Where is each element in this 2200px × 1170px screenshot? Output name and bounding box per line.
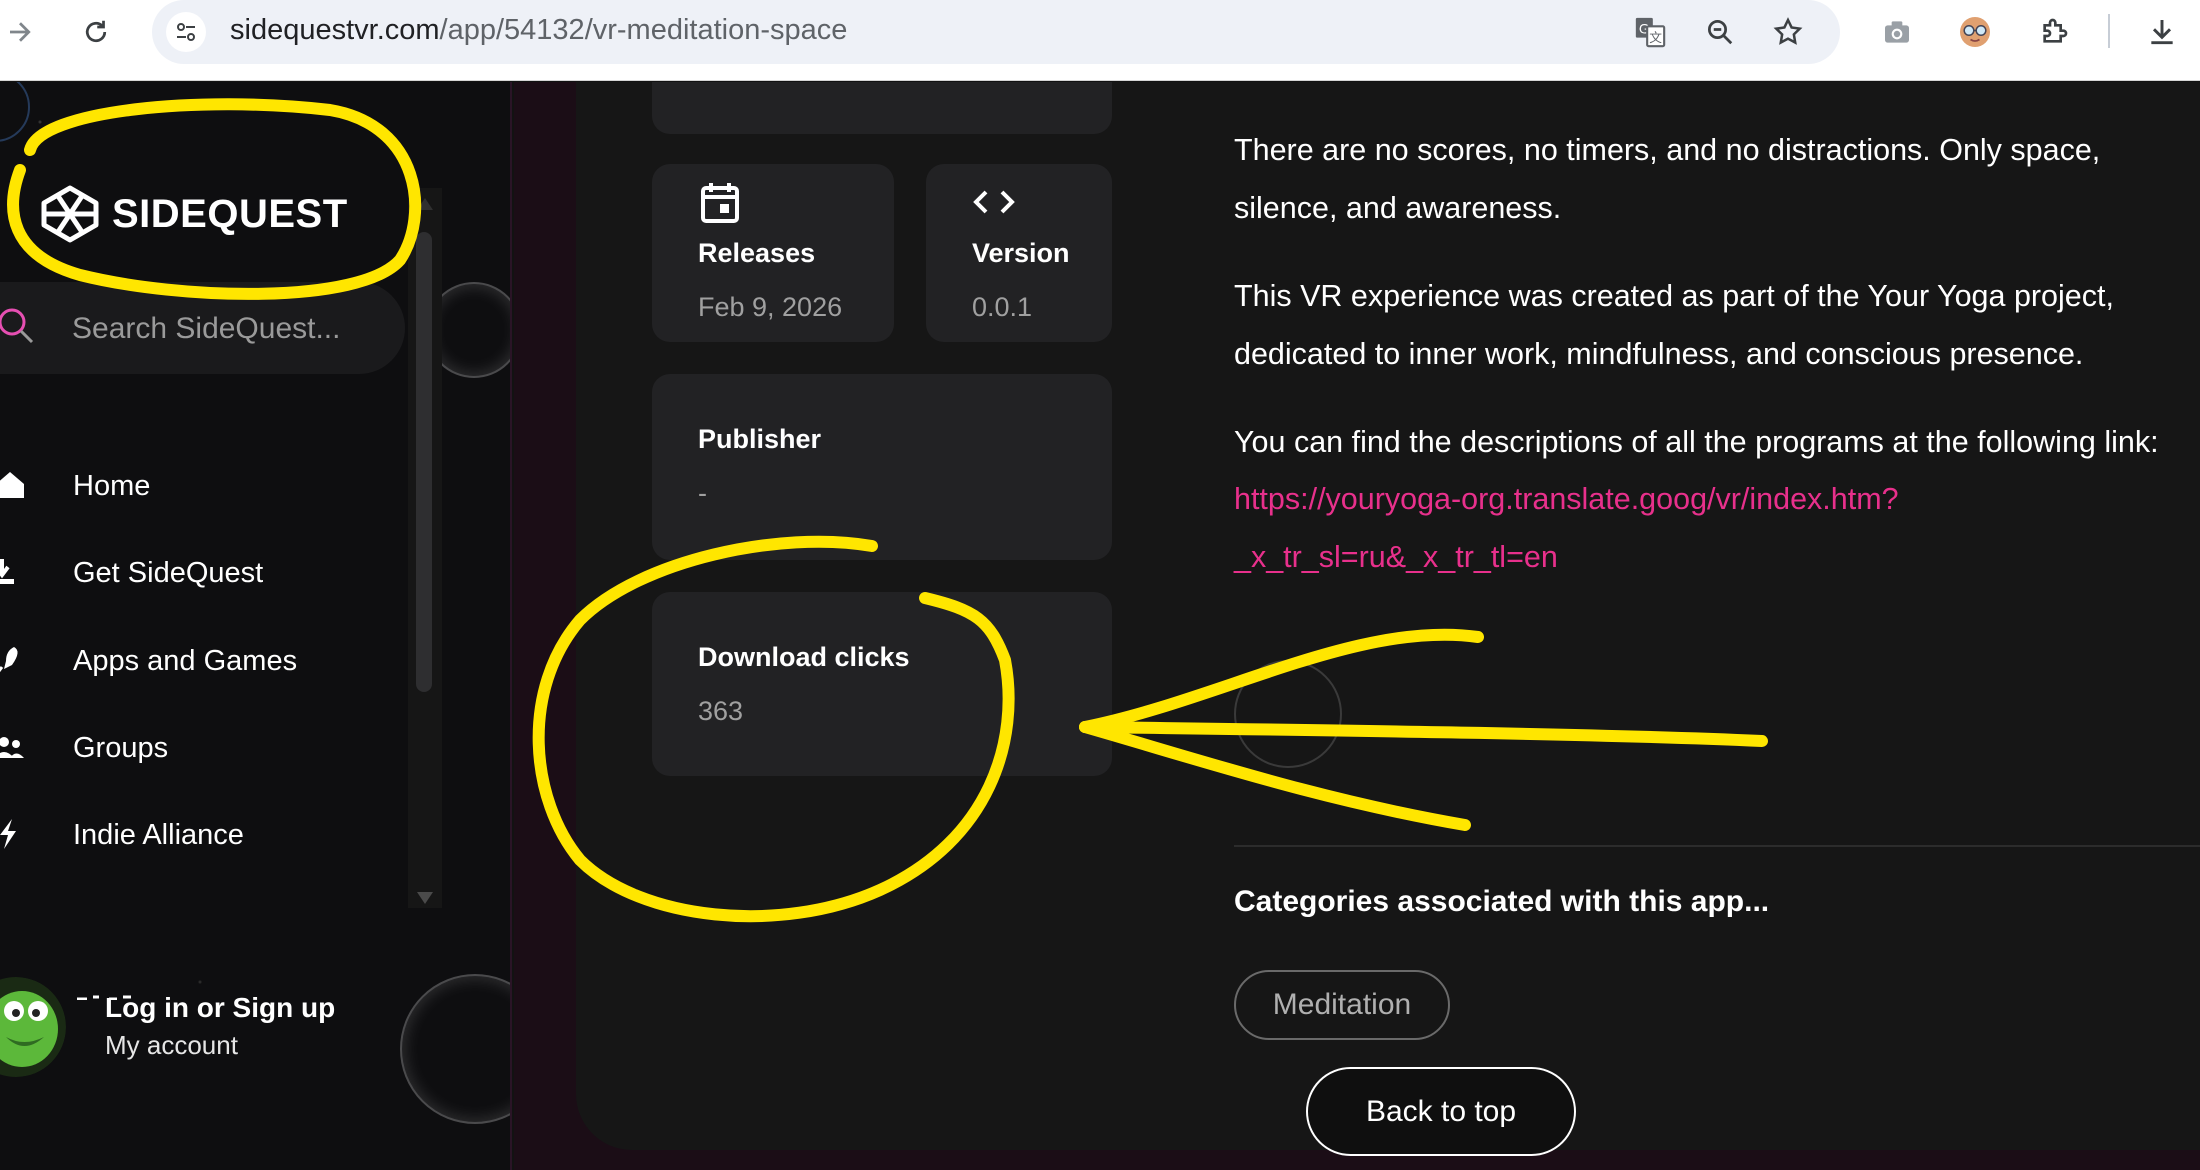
publisher-value: - [698,478,707,508]
sidebar-item-label: Home [73,470,151,502]
sidebar-item-label: Groups [73,732,169,764]
bookmark-star-icon[interactable] [1768,12,1808,52]
program-link[interactable]: https://youryoga-org.translate.goog/vr/i… [1234,482,1899,517]
sidebar-item-groups[interactable]: Groups [0,712,400,782]
sidebar-item-label: Indie Alliance [73,819,244,851]
categories-heading: Categories associated with this app... [1234,885,1770,918]
download-icon [0,557,26,587]
sidebar: SIDEQUEST Search SideQuest... Home Get S… [0,82,512,1170]
group-icon [0,732,26,762]
forward-icon[interactable] [0,12,40,52]
search-input[interactable]: Search SideQuest... [72,312,340,346]
releases-card: Releases Feb 9, 2026 [652,164,894,342]
description-line: There are no scores, no timers, and no d… [1234,133,2101,167]
share-button[interactable] [1234,660,1342,768]
glasses-extension-icon[interactable] [1953,10,1997,54]
home-icon [0,470,26,500]
camera-extension-icon[interactable] [1875,10,1919,54]
zoom-icon[interactable] [1700,12,1740,52]
page: sidequestvr.com/app/54132/vr-meditation-… [0,0,2200,1170]
toolbar-divider [2108,14,2110,48]
scroll-down-arrow-icon[interactable] [417,892,433,904]
browser-toolbar: sidequestvr.com/app/54132/vr-meditation-… [0,0,2200,81]
download-clicks-value: 363 [698,696,744,726]
releases-value: Feb 9, 2026 [698,292,843,322]
releases-label: Releases [698,238,816,268]
version-label: Version [972,238,1070,268]
version-value: 0.0.1 [972,292,1033,322]
translate-icon[interactable]: G文 [1630,12,1670,52]
search-icon [0,308,36,353]
svg-text:文: 文 [1649,31,1662,46]
description-line: dedicated to inner work, mindfulness, an… [1234,337,2084,371]
sidequest-logo-icon [41,185,99,243]
download-icon[interactable] [2140,10,2184,54]
category-chip-meditation[interactable]: Meditation [1234,970,1450,1040]
download-clicks-label: Download clicks [698,642,910,672]
sidequest-logo[interactable]: SIDEQUEST [38,184,348,244]
version-card: Version 0.0.1 [926,164,1112,342]
logo-text: SIDEQUEST [112,191,348,236]
sidebar-item-label: Apps and Games [73,645,298,677]
section-divider [1234,845,2200,847]
sidebar-item-home[interactable]: Home [0,450,400,520]
url-text: sidequestvr.com/app/54132/vr-meditation-… [230,14,848,46]
publisher-card: Publisher - [652,374,1112,560]
my-account-label[interactable]: My account [105,1030,238,1061]
bolt-icon [0,819,26,849]
extensions-puzzle-icon[interactable] [2032,10,2076,54]
reload-icon[interactable] [76,12,116,52]
sidebar-scroll-thumb[interactable] [416,232,432,692]
sidebar-item-label: Get SideQuest [73,557,264,589]
description-line: silence, and awareness. [1234,191,1562,225]
sidebar-item-indie-alliance[interactable]: Indie Alliance [0,799,400,869]
site-info-icon[interactable] [166,12,206,52]
scroll-up-arrow-icon[interactable] [417,198,433,210]
address-bar[interactable]: sidequestvr.com/app/54132/vr-meditation-… [152,0,1840,64]
login-link[interactable]: Log in or Sign up [105,992,335,1024]
back-to-top-button[interactable]: Back to top [1306,1067,1576,1156]
description-line: This VR experience was created as part o… [1234,279,2114,313]
code-icon [972,188,1016,221]
calendar-icon [700,182,740,229]
download-clicks-card: Download clicks 363 [652,592,1112,776]
rocket-icon [0,645,26,675]
partial-card [652,82,1112,134]
publisher-label: Publisher [698,424,822,454]
sidebar-item-get-sidequest[interactable]: Get SideQuest [0,537,400,607]
program-link-continued[interactable]: _x_tr_sl=ru&_x_tr_tl=en [1234,540,1558,575]
search-box[interactable]: Search SideQuest... [0,282,405,374]
description-line: You can find the descriptions of all the… [1234,425,2159,459]
sidebar-item-apps-and-games[interactable]: Apps and Games [0,625,400,695]
